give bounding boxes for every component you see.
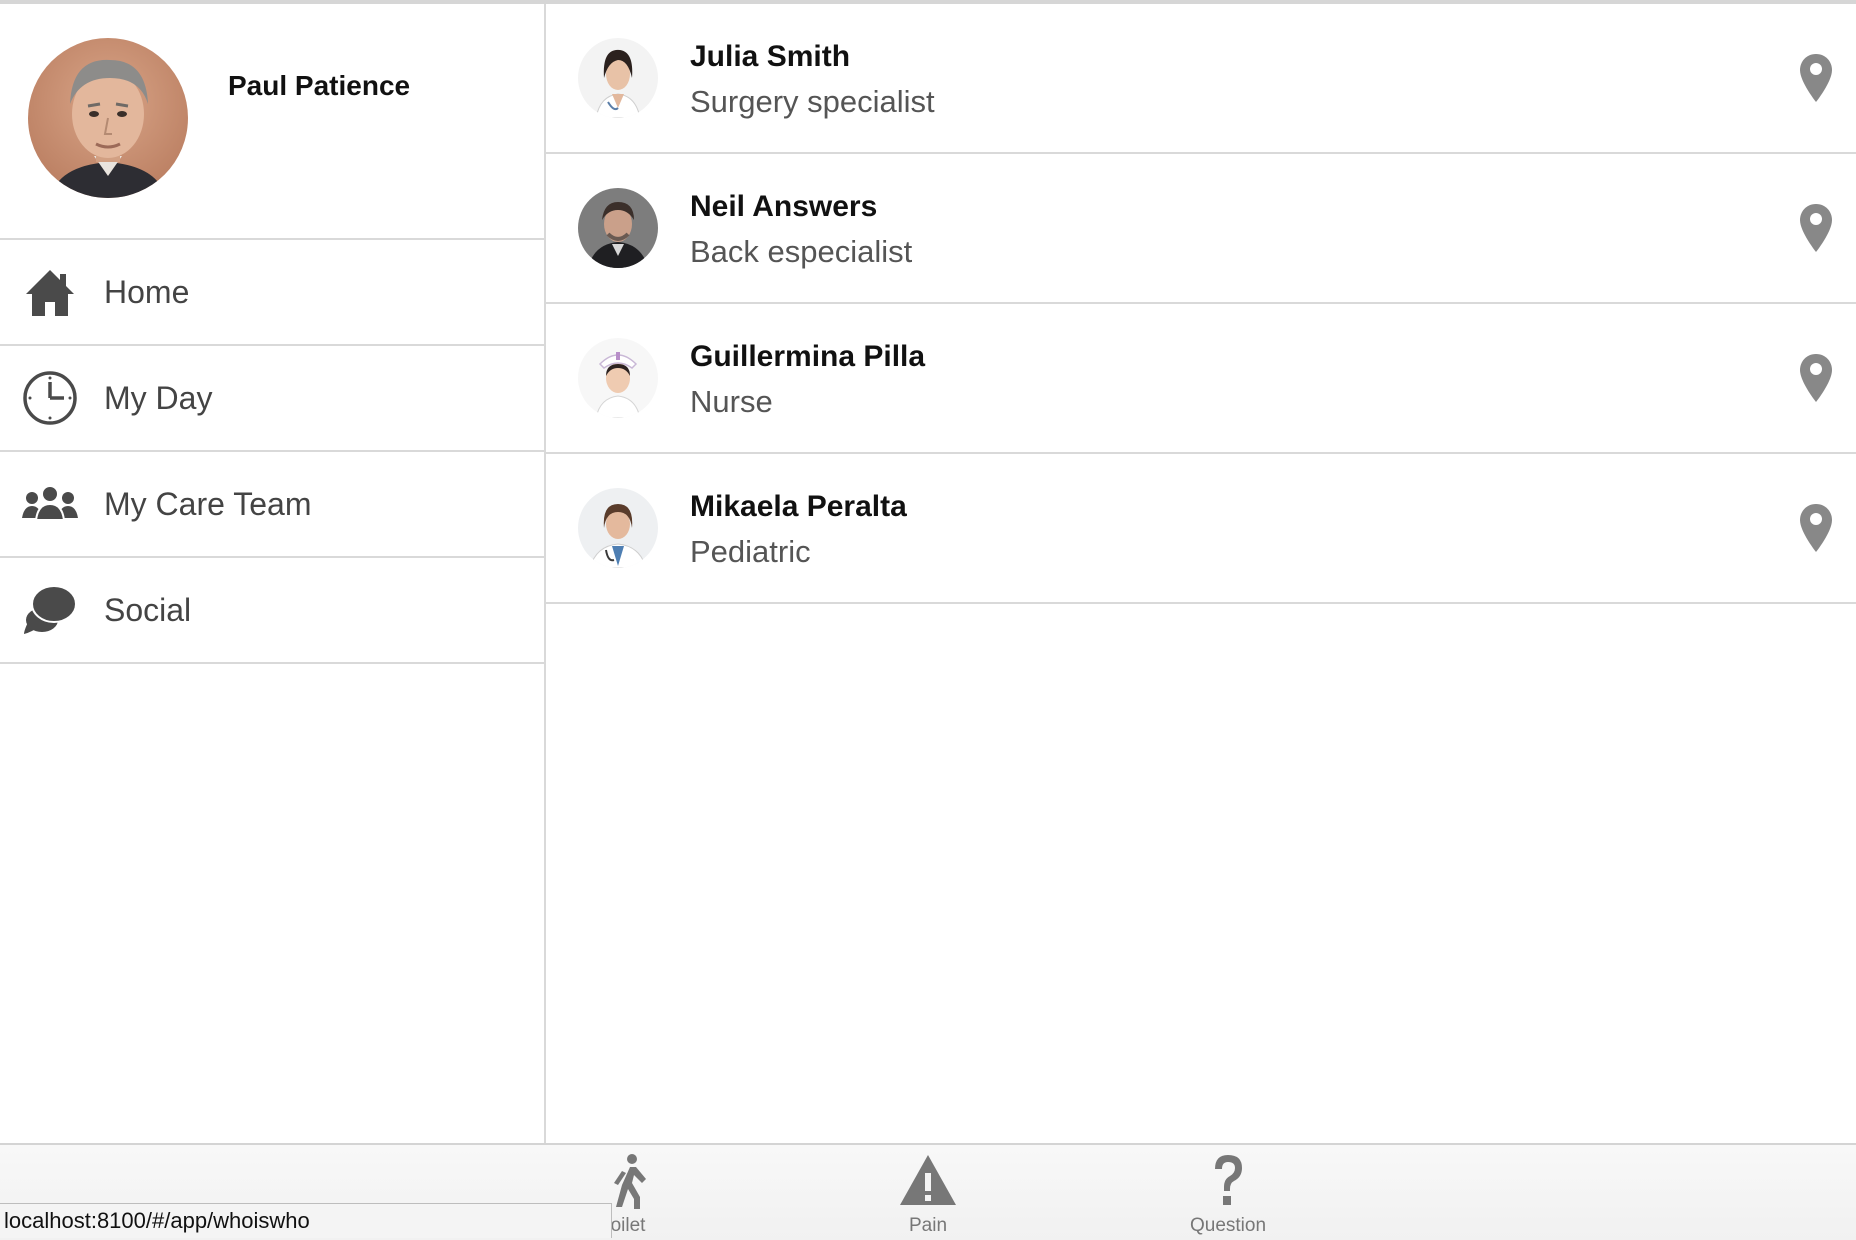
sidebar-item-label: Home <box>104 274 190 310</box>
sidebar-item-home[interactable]: Home <box>0 240 544 346</box>
list-item[interactable]: Julia Smith Surgery specialist <box>546 4 1856 154</box>
member-role: Pediatric <box>690 534 811 569</box>
tab-pain[interactable]: Pain <box>828 1145 1028 1240</box>
sidebar-item-label: My Day <box>104 380 213 416</box>
list-item[interactable]: Mikaela Peralta Pediatric <box>546 454 1856 604</box>
profile-name: Paul Patience <box>228 70 411 101</box>
location-pin-icon[interactable] <box>1798 352 1834 404</box>
tab-label: Question <box>1189 1215 1267 1236</box>
group-icon <box>20 476 80 532</box>
location-pin-icon[interactable] <box>1798 502 1834 554</box>
member-role: Nurse <box>690 384 773 419</box>
sidebar-item-social[interactable]: Social <box>0 558 544 664</box>
avatar <box>578 338 658 418</box>
avatar <box>578 188 658 268</box>
list-item[interactable]: Guillermina Pilla Nurse <box>546 304 1856 454</box>
care-team-list: Julia Smith Surgery specialist Neil Answ… <box>546 4 1856 1143</box>
avatar <box>578 38 658 118</box>
side-menu: Paul Patience Home My Day My Care Team S… <box>0 4 546 1143</box>
tab-label: Pain <box>908 1215 948 1236</box>
member-name: Julia Smith <box>690 40 851 73</box>
clock-icon <box>20 370 80 426</box>
app-window: Paul Patience Home My Day My Care Team S… <box>0 0 1856 1240</box>
profile-avatar[interactable] <box>28 38 188 198</box>
status-bar-url: localhost:8100/#/app/whoiswho <box>0 1203 612 1238</box>
home-icon <box>20 264 80 320</box>
sidebar-item-my-care-team[interactable]: My Care Team <box>0 452 544 558</box>
warning-triangle-icon <box>898 1151 958 1211</box>
member-name: Guillermina Pilla <box>690 340 926 373</box>
member-name: Mikaela Peralta <box>690 490 907 523</box>
member-role: Back especialist <box>690 234 913 269</box>
sidebar-item-label: My Care Team <box>104 486 312 522</box>
sidebar-item-my-day[interactable]: My Day <box>0 346 544 452</box>
member-name: Neil Answers <box>690 190 878 223</box>
list-item[interactable]: Neil Answers Back especialist <box>546 154 1856 304</box>
member-role: Surgery specialist <box>690 84 935 119</box>
sidebar-item-label: Social <box>104 592 192 628</box>
avatar <box>578 488 658 568</box>
chat-bubbles-icon <box>20 582 80 638</box>
walking-person-icon <box>598 1151 658 1211</box>
location-pin-icon[interactable] <box>1798 52 1834 104</box>
tab-question[interactable]: Question <box>1128 1145 1328 1240</box>
location-pin-icon[interactable] <box>1798 202 1834 254</box>
profile-header: Paul Patience <box>0 4 544 240</box>
question-mark-icon <box>1198 1151 1258 1211</box>
